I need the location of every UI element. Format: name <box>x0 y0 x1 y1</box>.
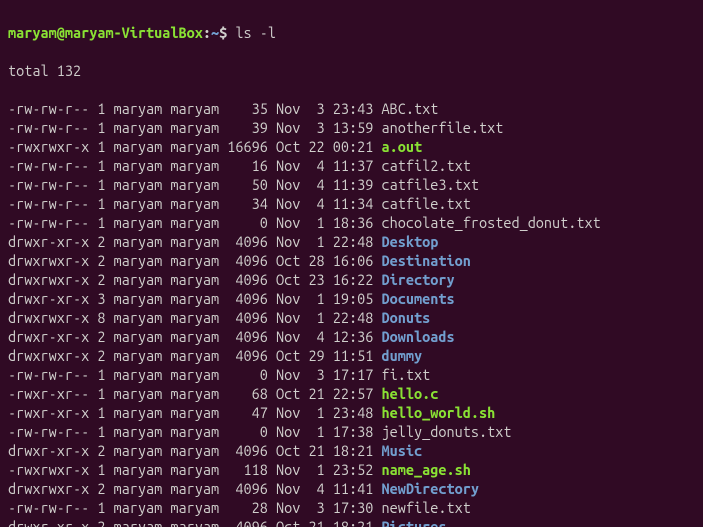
list-row-filename: newfile.txt <box>382 499 471 516</box>
list-row-filename: chocolate_frosted_donut.txt <box>382 214 601 231</box>
list-row: drwxr-xr-x 2 maryam maryam 4096 Nov 4 12… <box>8 327 695 346</box>
list-row-meta: -rw-rw-r-- 1 maryam maryam 0 Nov 3 17:17 <box>8 366 382 383</box>
list-row-meta: drwxrwxr-x 2 maryam maryam 4096 Oct 23 1… <box>8 271 382 288</box>
list-row-meta: -rw-rw-r-- 1 maryam maryam 50 Nov 4 11:3… <box>8 176 382 193</box>
list-row-meta: drwxr-xr-x 2 maryam maryam 4096 Nov 4 12… <box>8 328 382 345</box>
list-row: drwxr-xr-x 2 maryam maryam 4096 Nov 1 22… <box>8 232 695 251</box>
list-row: -rw-rw-r-- 1 maryam maryam 34 Nov 4 11:3… <box>8 194 695 213</box>
list-row-meta: -rwxr-xr-- 1 maryam maryam 68 Oct 21 22:… <box>8 385 382 402</box>
list-row-filename: ABC.txt <box>382 100 439 117</box>
list-row-filename: hello_world.sh <box>382 404 496 421</box>
list-row-meta: drwxr-xr-x 2 maryam maryam 4096 Oct 21 1… <box>8 442 382 459</box>
list-row-filename: fi.txt <box>382 366 431 383</box>
list-row-filename: Desktop <box>382 233 439 250</box>
list-row: drwxr-xr-x 2 maryam maryam 4096 Oct 21 1… <box>8 517 695 527</box>
list-row-meta: drwxr-xr-x 2 maryam maryam 4096 Oct 21 1… <box>8 518 382 527</box>
list-row-meta: -rwxrwxr-x 1 maryam maryam 118 Nov 1 23:… <box>8 461 382 478</box>
list-row-meta: drwxrwxr-x 2 maryam maryam 4096 Oct 28 1… <box>8 252 382 269</box>
list-row-meta: drwxrwxr-x 2 maryam maryam 4096 Oct 29 1… <box>8 347 382 364</box>
prompt-line: maryam@maryam-VirtualBox:~$ ls -l <box>8 23 695 42</box>
list-row: drwxrwxr-x 2 maryam maryam 4096 Oct 29 1… <box>8 346 695 365</box>
list-row: -rw-rw-r-- 1 maryam maryam 39 Nov 3 13:5… <box>8 118 695 137</box>
list-row: drwxrwxr-x 2 maryam maryam 4096 Oct 28 1… <box>8 251 695 270</box>
list-row: drwxrwxr-x 2 maryam maryam 4096 Oct 23 1… <box>8 270 695 289</box>
prompt-colon: : <box>203 24 211 41</box>
list-row-filename: Documents <box>382 290 455 307</box>
list-row-meta: -rw-rw-r-- 1 maryam maryam 35 Nov 3 23:4… <box>8 100 382 117</box>
file-listing: -rw-rw-r-- 1 maryam maryam 35 Nov 3 23:4… <box>8 99 695 527</box>
list-row: -rwxr-xr-x 1 maryam maryam 47 Nov 1 23:4… <box>8 403 695 422</box>
prompt-user-host: maryam@maryam-VirtualBox <box>8 24 203 41</box>
list-row-filename: Directory <box>382 271 455 288</box>
list-row: -rwxrwxr-x 1 maryam maryam 118 Nov 1 23:… <box>8 460 695 479</box>
list-row-filename: anotherfile.txt <box>382 119 504 136</box>
list-row: -rw-rw-r-- 1 maryam maryam 50 Nov 4 11:3… <box>8 175 695 194</box>
list-row: drwxrwxr-x 2 maryam maryam 4096 Nov 4 11… <box>8 479 695 498</box>
list-row-filename: Donuts <box>382 309 431 326</box>
terminal[interactable]: maryam@maryam-VirtualBox:~$ ls -l total … <box>0 0 703 527</box>
command-text: ls -l <box>227 24 276 41</box>
prompt-path: ~ <box>211 24 219 41</box>
list-row: -rw-rw-r-- 1 maryam maryam 0 Nov 1 17:38… <box>8 422 695 441</box>
list-row: -rw-rw-r-- 1 maryam maryam 0 Nov 3 17:17… <box>8 365 695 384</box>
list-row-meta: -rw-rw-r-- 1 maryam maryam 16 Nov 4 11:3… <box>8 157 382 174</box>
list-row: drwxr-xr-x 3 maryam maryam 4096 Nov 1 19… <box>8 289 695 308</box>
list-row-filename: dummy <box>382 347 423 364</box>
list-row: drwxr-xr-x 2 maryam maryam 4096 Oct 21 1… <box>8 441 695 460</box>
list-row-filename: Pictures <box>382 518 447 527</box>
list-row-filename: Music <box>382 442 423 459</box>
list-row-meta: -rwxrwxr-x 1 maryam maryam 16696 Oct 22 … <box>8 138 382 155</box>
list-row: -rwxr-xr-- 1 maryam maryam 68 Oct 21 22:… <box>8 384 695 403</box>
list-row-filename: Destination <box>382 252 471 269</box>
list-row-filename: NewDirectory <box>382 480 479 497</box>
list-row-meta: -rw-rw-r-- 1 maryam maryam 39 Nov 3 13:5… <box>8 119 382 136</box>
list-row-meta: drwxrwxr-x 2 maryam maryam 4096 Nov 4 11… <box>8 480 382 497</box>
list-row-meta: drwxr-xr-x 3 maryam maryam 4096 Nov 1 19… <box>8 290 382 307</box>
list-row: -rw-rw-r-- 1 maryam maryam 0 Nov 1 18:36… <box>8 213 695 232</box>
list-row-filename: catfile3.txt <box>382 176 479 193</box>
list-row: -rw-rw-r-- 1 maryam maryam 28 Nov 3 17:3… <box>8 498 695 517</box>
list-row: drwxrwxr-x 8 maryam maryam 4096 Nov 1 22… <box>8 308 695 327</box>
list-row-meta: -rwxr-xr-x 1 maryam maryam 47 Nov 1 23:4… <box>8 404 382 421</box>
list-row: -rw-rw-r-- 1 maryam maryam 35 Nov 3 23:4… <box>8 99 695 118</box>
list-row-meta: drwxrwxr-x 8 maryam maryam 4096 Nov 1 22… <box>8 309 382 326</box>
list-row-meta: -rw-rw-r-- 1 maryam maryam 0 Nov 1 17:38 <box>8 423 382 440</box>
list-row-filename: catfil2.txt <box>382 157 471 174</box>
list-row-filename: a.out <box>382 138 423 155</box>
list-row-filename: Downloads <box>382 328 455 345</box>
list-row-filename: jelly_donuts.txt <box>382 423 512 440</box>
list-row-filename: catfile.txt <box>382 195 471 212</box>
list-row-meta: -rw-rw-r-- 1 maryam maryam 34 Nov 4 11:3… <box>8 195 382 212</box>
list-row-meta: drwxr-xr-x 2 maryam maryam 4096 Nov 1 22… <box>8 233 382 250</box>
list-row-filename: name_age.sh <box>382 461 471 478</box>
list-row-meta: -rw-rw-r-- 1 maryam maryam 0 Nov 1 18:36 <box>8 214 382 231</box>
list-row-filename: hello.c <box>382 385 439 402</box>
list-row: -rw-rw-r-- 1 maryam maryam 16 Nov 4 11:3… <box>8 156 695 175</box>
list-row-meta: -rw-rw-r-- 1 maryam maryam 28 Nov 3 17:3… <box>8 499 382 516</box>
total-line: total 132 <box>8 61 695 80</box>
list-row: -rwxrwxr-x 1 maryam maryam 16696 Oct 22 … <box>8 137 695 156</box>
